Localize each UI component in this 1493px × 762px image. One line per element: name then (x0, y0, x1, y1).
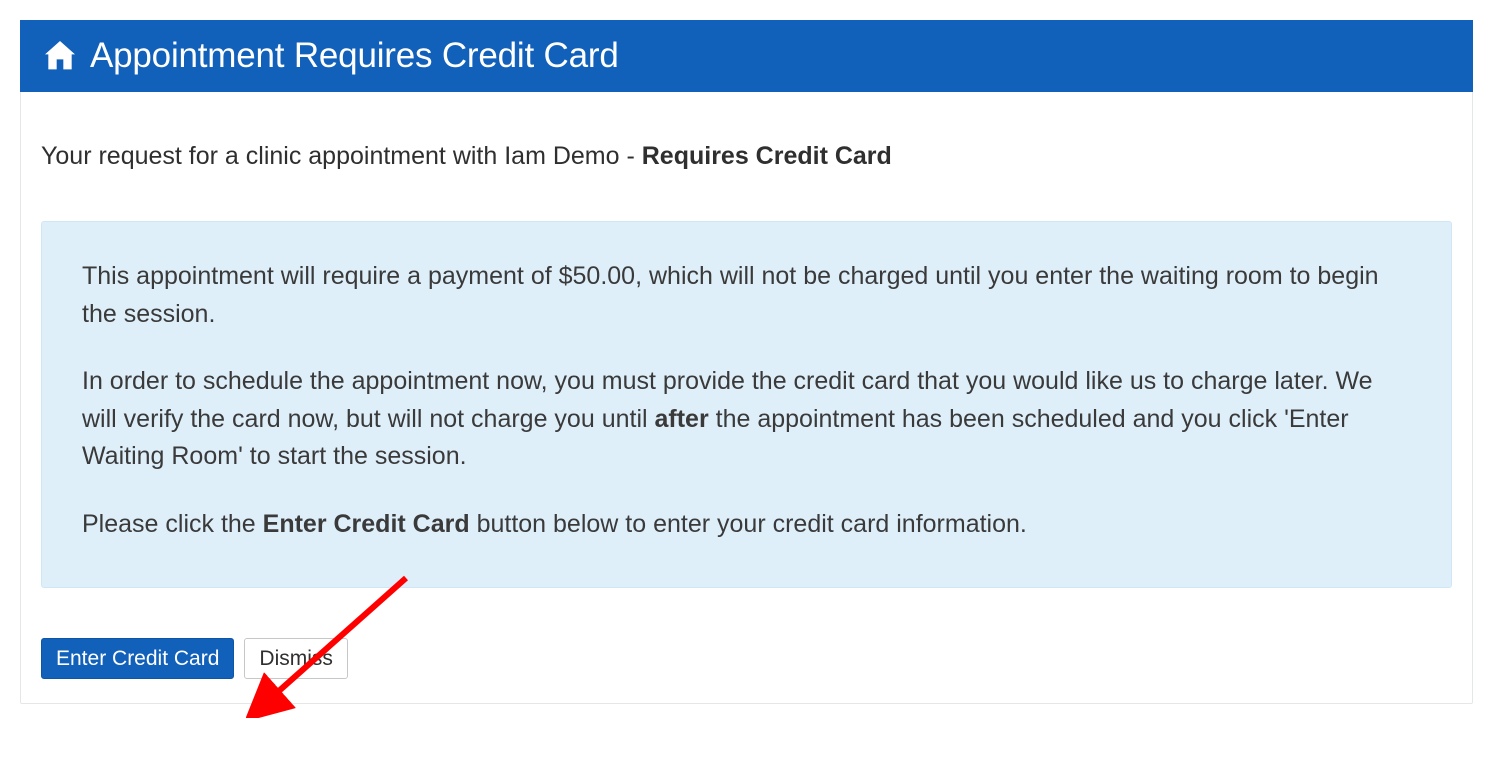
info-p2-bold: after (655, 405, 709, 433)
dismiss-button[interactable]: Dismiss (244, 638, 348, 679)
lead-text: Your request for a clinic appointment wi… (41, 142, 1452, 171)
home-icon (40, 36, 80, 76)
info-p1: This appointment will require a payment … (82, 258, 1411, 333)
dialog-card: Appointment Requires Credit Card Your re… (20, 20, 1473, 704)
info-p3-bold: Enter Credit Card (263, 510, 470, 538)
dialog-body: Your request for a clinic appointment wi… (21, 92, 1472, 703)
info-p2: In order to schedule the appointment now… (82, 363, 1411, 476)
info-p3: Please click the Enter Credit Card butto… (82, 506, 1411, 544)
enter-credit-card-button[interactable]: Enter Credit Card (41, 638, 234, 679)
lead-bold: Requires Credit Card (642, 142, 892, 170)
info-p3-after: button below to enter your credit card i… (470, 510, 1027, 538)
info-box: This appointment will require a payment … (41, 221, 1452, 588)
dialog-header: Appointment Requires Credit Card (20, 20, 1473, 92)
lead-prefix: Your request for a clinic appointment wi… (41, 142, 642, 170)
info-p3-before: Please click the (82, 510, 263, 538)
button-row: Enter Credit Card Dismiss (41, 638, 1452, 679)
dialog-title: Appointment Requires Credit Card (90, 36, 619, 76)
